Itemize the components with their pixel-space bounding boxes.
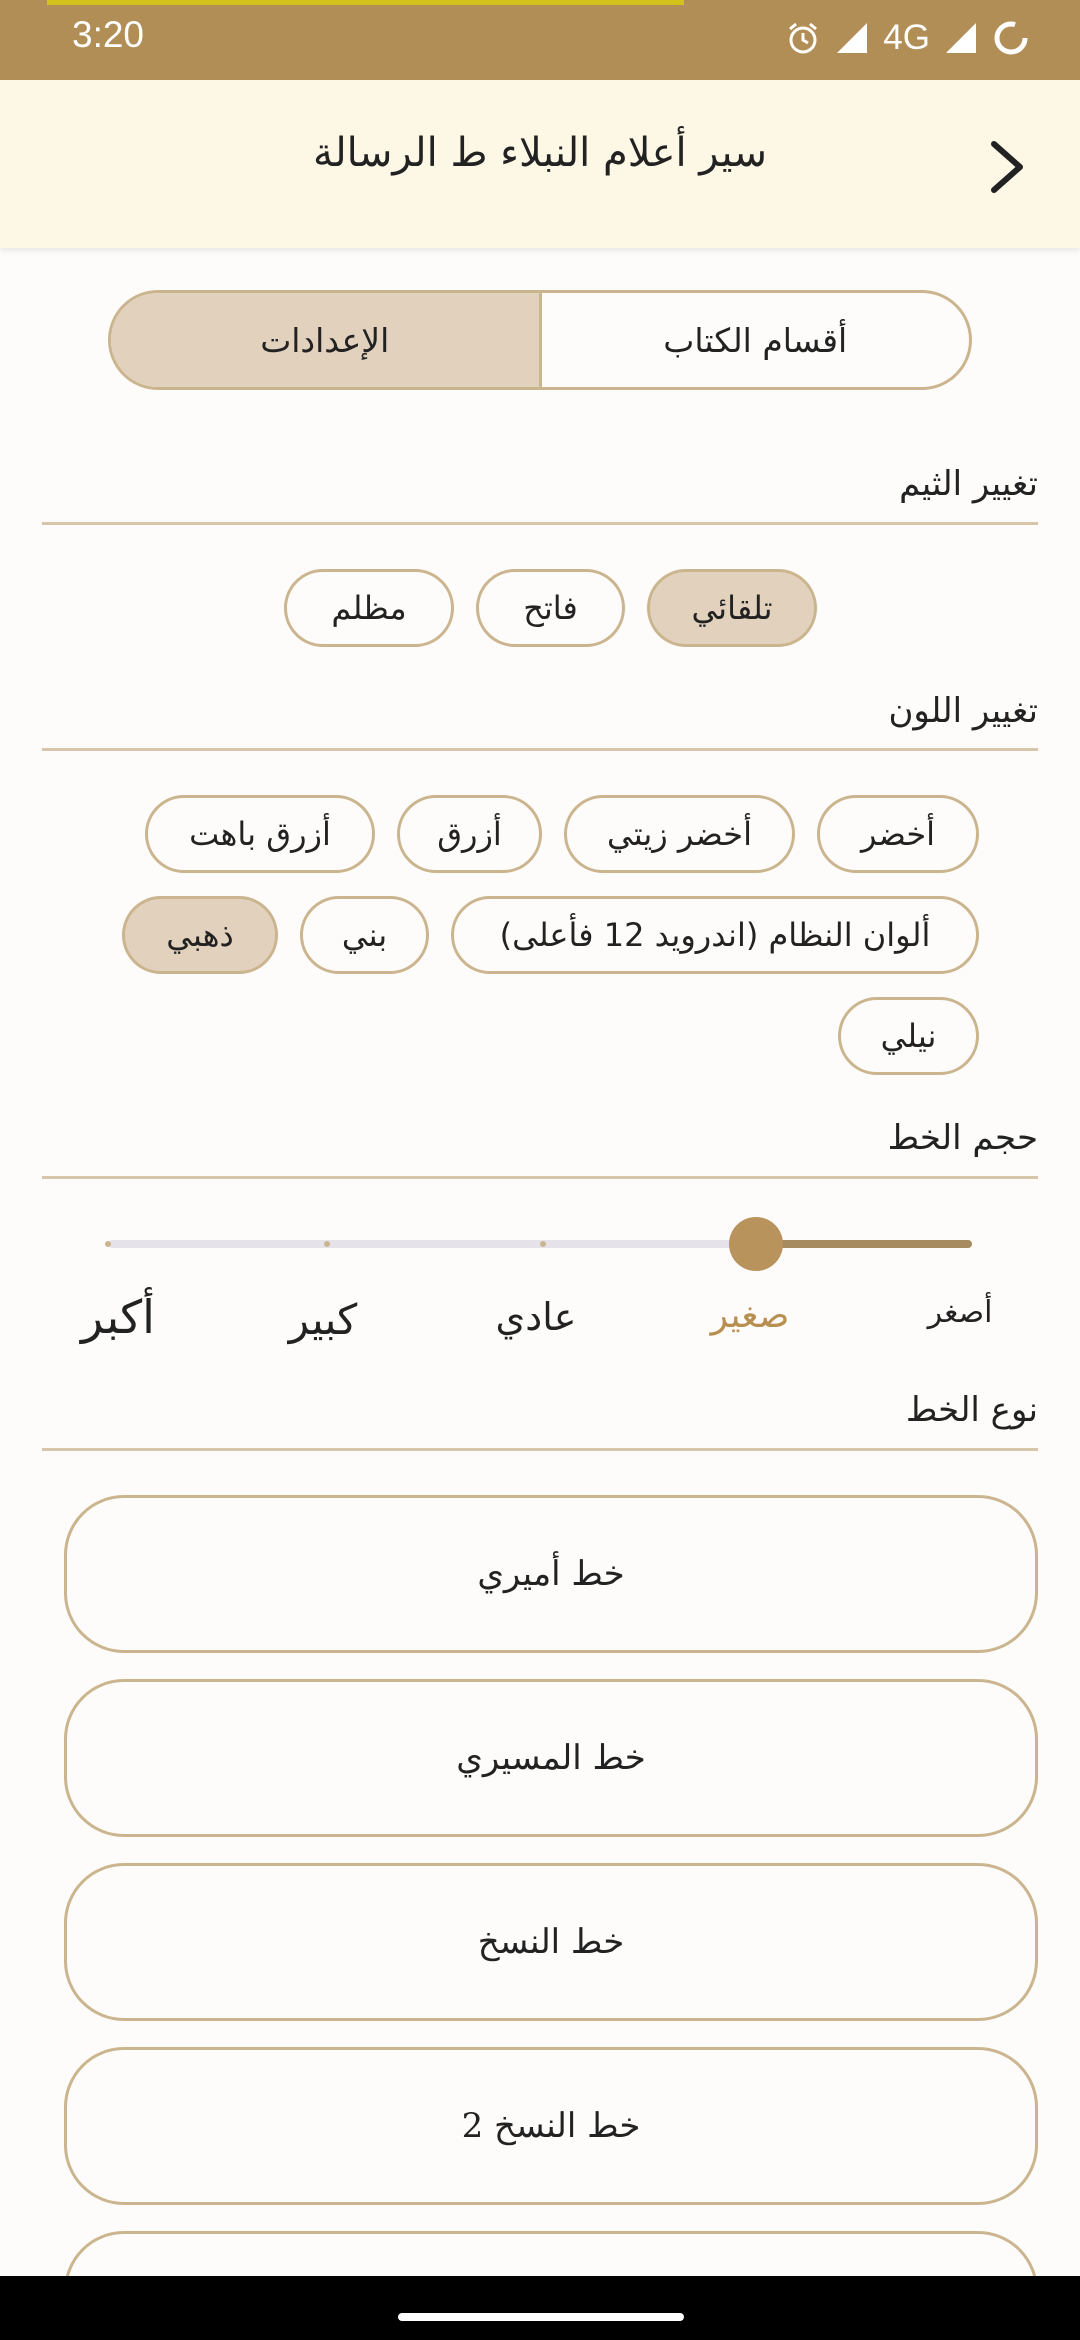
home-handle[interactable] (398, 2313, 684, 2321)
status-time: 3:20 (72, 14, 145, 55)
size-label-small[interactable]: صغير (711, 1295, 790, 1336)
color-chip-olive-green[interactable]: أخضر زيتي (564, 795, 795, 873)
font-option-naskh-2[interactable]: خط النسخ 2 (64, 2047, 1038, 2205)
color-chip-system[interactable]: ألوان النظام (اندرويد 12 فأعلى) (451, 896, 979, 974)
section-divider (42, 1448, 1038, 1451)
slider-fill (756, 1240, 972, 1248)
chevron-right-icon[interactable] (980, 132, 1040, 202)
color-chip-pale-blue[interactable]: أزرق باهت (145, 795, 375, 873)
size-label-smallest[interactable]: أصغر (928, 1295, 993, 1330)
font-type-section-title: نوع الخط (905, 1390, 1038, 1430)
font-option-naskh[interactable]: خط النسخ (64, 1863, 1038, 2021)
color-chip-gold[interactable]: ذهبي (122, 896, 278, 974)
app-header: سير أعلام النبلاء ط الرسالة (0, 80, 1080, 248)
theme-chip-light[interactable]: فاتح (476, 569, 625, 647)
tab-switcher: الإعدادات أقسام الكتاب (108, 290, 972, 390)
color-section-title: تغيير اللون (888, 691, 1038, 731)
alarm-icon (785, 20, 821, 56)
font-option-amiri[interactable]: خط أميري (64, 1495, 1038, 1653)
section-divider (42, 1176, 1038, 1179)
signal-icon (944, 21, 978, 55)
status-bar: 3:20 4G (0, 0, 1080, 80)
color-chip-brown[interactable]: بني (300, 896, 429, 974)
color-chip-green[interactable]: أخضر (817, 795, 979, 873)
slider-tick (105, 1241, 111, 1247)
network-type: 4G (883, 18, 930, 57)
load-progress-bar (47, 0, 684, 5)
tab-settings[interactable]: الإعدادات (111, 293, 539, 387)
font-size-section-title: حجم الخط (887, 1118, 1038, 1158)
size-label-large[interactable]: كبير (289, 1295, 358, 1344)
color-chip-blue[interactable]: أزرق (397, 795, 542, 873)
tab-book-sections[interactable]: أقسام الكتاب (542, 293, 970, 387)
page-title: سير أعلام النبلاء ط الرسالة (313, 130, 767, 176)
theme-section-title: تغيير الثيم (899, 464, 1038, 504)
color-chip-indigo[interactable]: نيلي (838, 997, 979, 1075)
system-nav-bar (0, 2276, 1080, 2340)
font-option-almessiri[interactable]: خط المسيري (64, 1679, 1038, 1837)
size-label-normal[interactable]: عادي (496, 1295, 577, 1339)
theme-chip-dark[interactable]: مظلم (284, 569, 454, 647)
loading-icon (992, 19, 1030, 57)
section-divider (42, 522, 1038, 525)
theme-chip-auto[interactable]: تلقائي (647, 569, 817, 647)
slider-thumb[interactable] (729, 1217, 783, 1271)
slider-tick (324, 1241, 330, 1247)
section-divider (42, 748, 1038, 751)
signal-icon (835, 21, 869, 55)
slider-tick (540, 1241, 546, 1247)
size-label-largest[interactable]: أكبر (81, 1290, 155, 1344)
status-icons: 4G (785, 18, 1030, 58)
